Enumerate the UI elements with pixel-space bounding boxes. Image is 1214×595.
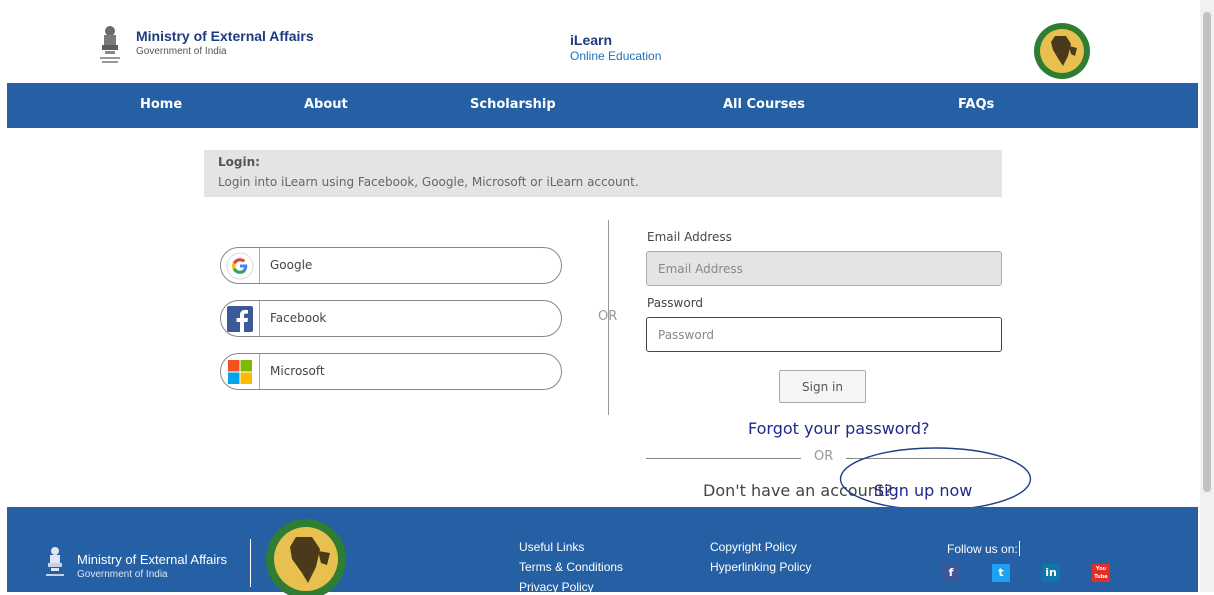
youtube-icon[interactable]: You Tube: [1092, 564, 1110, 582]
footer-divider: [250, 539, 251, 587]
footer-org-subtitle: Government of India: [77, 569, 168, 580]
email-field[interactable]: [646, 251, 1002, 286]
page-footer: Ministry of External Affairs Government …: [7, 507, 1198, 595]
footer-org-title: Ministry of External Affairs: [77, 552, 228, 567]
google-icon: [226, 252, 254, 280]
footer-link-terms[interactable]: Terms & Conditions: [519, 560, 623, 574]
login-heading: Login:: [218, 155, 260, 169]
nav-about[interactable]: About: [304, 97, 348, 112]
email-label: Email Address: [647, 230, 732, 244]
nav-all-courses[interactable]: All Courses: [723, 97, 805, 112]
org-title: Ministry of External Affairs: [136, 28, 314, 44]
org-subtitle: Government of India: [136, 46, 227, 57]
scrollbar-thumb[interactable]: [1203, 12, 1211, 492]
microsoft-login-button[interactable]: Microsoft: [220, 353, 562, 390]
login-description: Login into iLearn using Facebook, Google…: [218, 175, 639, 189]
africa-india-emblem-icon: [1034, 23, 1090, 79]
facebook-button-label: Facebook: [270, 311, 327, 325]
nav-home[interactable]: Home: [140, 97, 182, 112]
microsoft-button-label: Microsoft: [270, 364, 325, 378]
footer-link-useful-links[interactable]: Useful Links: [519, 540, 584, 554]
highlight-ellipse: [839, 447, 1032, 511]
password-label: Password: [647, 296, 704, 310]
password-field[interactable]: [646, 317, 1002, 352]
forgot-password-link[interactable]: Forgot your password?: [748, 419, 930, 438]
or-bottom-text: OR: [814, 449, 834, 464]
facebook-button-separator: [259, 301, 260, 336]
facebook-login-button[interactable]: Facebook: [220, 300, 562, 337]
or-divider-text: OR: [598, 309, 618, 324]
google-button-separator: [259, 248, 260, 283]
page-scrollbar[interactable]: [1200, 0, 1214, 592]
twitter-icon[interactable]: t: [992, 564, 1010, 582]
microsoft-button-separator: [259, 354, 260, 389]
text-cursor: [1019, 541, 1020, 556]
google-login-button[interactable]: Google: [220, 247, 562, 284]
app-title: iLearn: [570, 32, 613, 48]
nav-faqs[interactable]: FAQs: [958, 97, 994, 112]
login-info-panel: Login: Login into iLearn using Facebook,…: [204, 150, 1002, 197]
national-emblem-icon: [100, 26, 120, 63]
app-subtitle: Online Education: [570, 49, 662, 63]
linkedin-icon[interactable]: in: [1042, 564, 1060, 582]
microsoft-icon: [228, 360, 252, 384]
main-navbar: Home About Scholarship All Courses FAQs: [7, 83, 1198, 128]
facebook-icon: [227, 306, 253, 332]
nav-scholarship[interactable]: Scholarship: [470, 97, 556, 112]
facebook-icon[interactable]: f: [942, 564, 960, 582]
footer-link-copyright[interactable]: Copyright Policy: [710, 540, 797, 554]
footer-emblem-icon: [46, 547, 64, 576]
footer-link-hyperlinking[interactable]: Hyperlinking Policy: [710, 560, 811, 574]
google-button-label: Google: [270, 258, 313, 272]
or-line-left: [646, 458, 801, 459]
follow-us-label: Follow us on:: [947, 542, 1018, 556]
top-header: Ministry of External Affairs Government …: [0, 0, 1200, 83]
sign-in-button[interactable]: Sign in: [779, 370, 866, 403]
footer-africa-india-emblem-icon: [266, 519, 346, 595]
